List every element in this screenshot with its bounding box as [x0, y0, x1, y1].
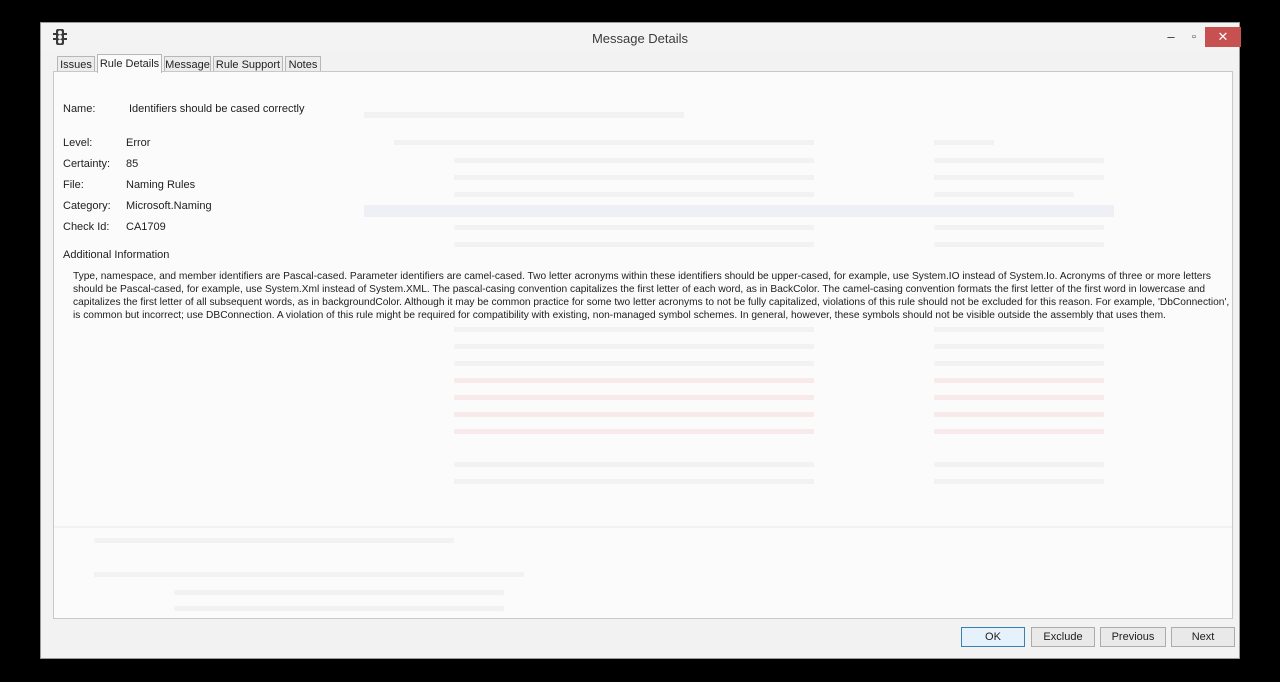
name-label: Name: [63, 103, 96, 115]
file-label: File: [63, 179, 84, 191]
exclude-button[interactable]: Exclude [1031, 627, 1095, 647]
title-bar[interactable]: Message Details – ▫ ✕ [41, 23, 1241, 51]
category-value: Microsoft.Naming [126, 200, 212, 212]
message-details-window: Message Details – ▫ ✕ Issues Rule Detail… [40, 22, 1241, 659]
level-label: Level: [63, 137, 93, 149]
tab-rule-details[interactable]: Rule Details [97, 54, 162, 73]
level-value: Error [126, 137, 151, 149]
close-button[interactable]: ✕ [1205, 27, 1241, 47]
additional-information-heading: Additional Information [63, 249, 170, 261]
rule-details-panel: Name: Identifiers should be cased correc… [53, 71, 1233, 619]
window-title: Message Details [591, 31, 689, 46]
maximize-button[interactable]: ▫ [1182, 27, 1206, 47]
next-button[interactable]: Next [1171, 627, 1235, 647]
previous-button[interactable]: Previous [1100, 627, 1166, 647]
minimize-button[interactable]: – [1159, 27, 1183, 47]
additional-information-text: Type, namespace, and member identifiers … [73, 271, 1230, 321]
tab-issues[interactable]: Issues [57, 56, 95, 72]
certainty-label: Certainty: [63, 158, 111, 170]
name-value: Identifiers should be cased correctly [129, 103, 305, 115]
tab-notes[interactable]: Notes [285, 56, 321, 72]
check-id-label: Check Id: [63, 221, 110, 233]
ok-button[interactable]: OK [961, 627, 1025, 647]
tab-rule-support[interactable]: Rule Support [213, 56, 283, 72]
check-id-value: CA1709 [126, 221, 166, 233]
file-value: Naming Rules [126, 179, 196, 191]
tab-message[interactable]: Message [164, 56, 211, 72]
certainty-value: 85 [126, 158, 139, 170]
category-label: Category: [63, 200, 111, 212]
